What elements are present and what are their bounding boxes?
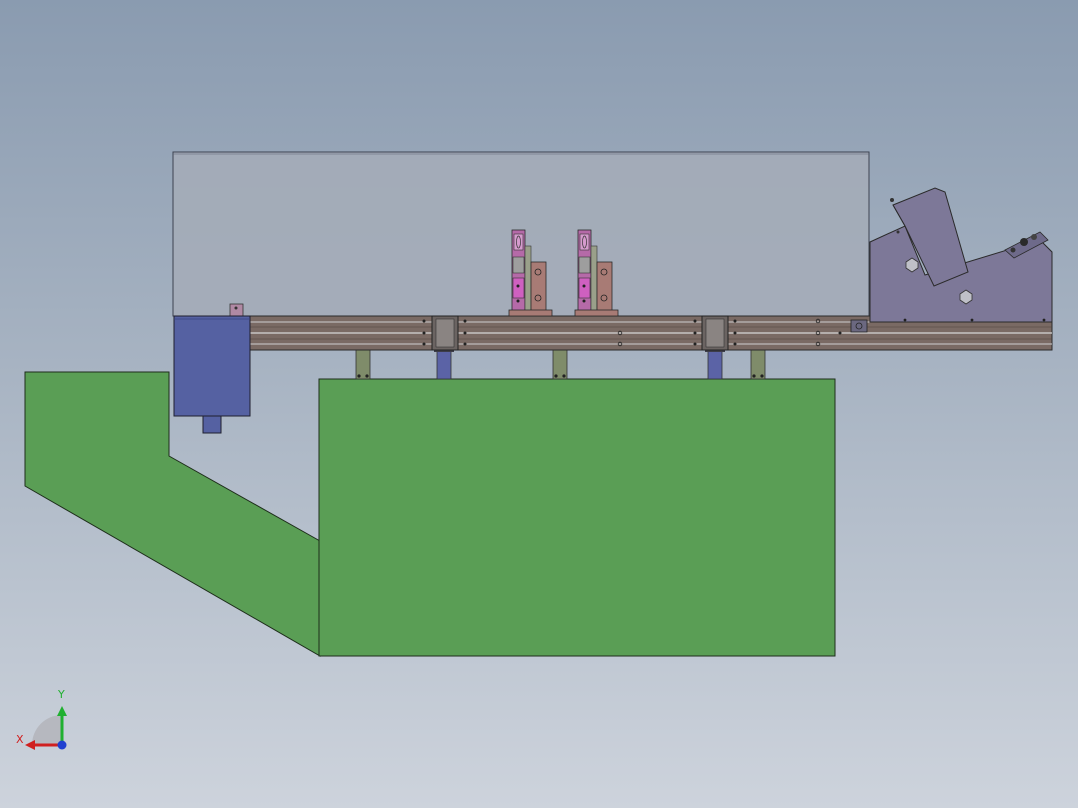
support-post	[750, 349, 766, 380]
motor-bracket	[229, 303, 244, 317]
orientation-triad	[25, 706, 67, 750]
lift-cylinder	[434, 347, 454, 380]
support-post	[552, 349, 568, 380]
cad-model-view	[24, 151, 1053, 750]
triad-x-label: X	[16, 733, 24, 746]
lift-cylinder	[705, 347, 725, 380]
table-base[interactable]	[318, 378, 836, 657]
triad-y-label: Y	[58, 688, 65, 701]
drive-motor[interactable]	[173, 315, 251, 434]
cad-viewport[interactable]: Y X	[0, 0, 1078, 808]
support-post	[355, 349, 371, 380]
vibratory-feeder[interactable]	[869, 187, 1053, 323]
table-side-chute[interactable]	[24, 371, 321, 657]
